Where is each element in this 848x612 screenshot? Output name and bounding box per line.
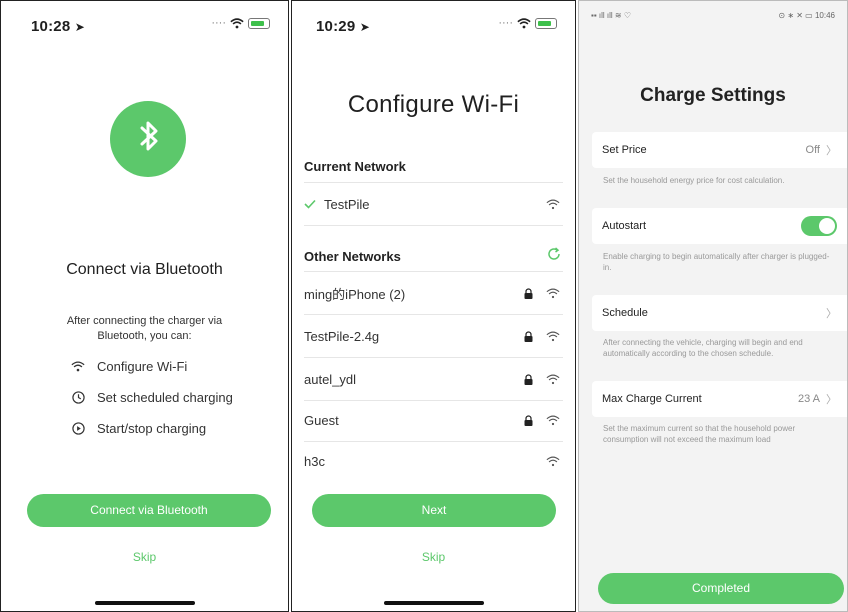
status-bar: 10:29 ➤ ···· (292, 1, 575, 45)
setting-hint: Set the maximum current so that the hous… (603, 424, 796, 444)
feature-configure-wifi: Configure Wi-Fi (71, 359, 187, 374)
bluetooth-connect-screen: 10:28 ➤ ···· Connect via Bluetooth After… (0, 0, 289, 612)
skip-link[interactable]: Skip (292, 550, 575, 564)
schedule-row[interactable]: Schedule 〉 (592, 295, 847, 331)
wifi-signal-icon (545, 415, 561, 426)
lock-icon (521, 373, 535, 385)
play-circle-icon (71, 422, 85, 436)
setting-label: Schedule (602, 307, 648, 319)
chevron-right-icon: 〉 (826, 145, 837, 157)
clock-icon (71, 391, 85, 405)
signal-icon: ···· (498, 17, 513, 29)
autostart-row: Autostart (592, 208, 847, 244)
feature-label: Set scheduled charging (97, 390, 233, 405)
lock-icon (521, 330, 535, 342)
network-row[interactable]: Guest (304, 399, 561, 441)
status-icons: ···· (211, 17, 270, 29)
autostart-toggle[interactable] (801, 216, 837, 236)
battery-icon (248, 17, 270, 29)
wifi-signal-icon (545, 456, 561, 467)
lock-icon (521, 414, 535, 426)
wifi-signal-icon (545, 199, 561, 210)
skip-link[interactable]: Skip (1, 550, 288, 564)
setting-hint: Set the household energy price for cost … (603, 176, 785, 185)
bluetooth-icon (110, 101, 186, 177)
status-right: ⊙ ∗ ✕ ▭ 10:46 (778, 11, 835, 20)
feature-start-stop: Start/stop charging (71, 421, 206, 436)
checkmark-icon (304, 197, 324, 212)
wifi-status-icon (517, 17, 531, 28)
network-name: TestPile (324, 196, 370, 212)
wifi-signal-icon (545, 331, 561, 342)
status-icons: ···· (498, 17, 557, 29)
max-charge-current-row[interactable]: Max Charge Current 23 A 〉 (592, 381, 847, 417)
status-bar: ▪▪ ıll ıll ≋ ♡ ⊙ ∗ ✕ ▭ 10:46 (591, 11, 835, 20)
home-indicator (94, 601, 195, 605)
network-row[interactable]: ming的iPhone (2) (304, 272, 561, 314)
status-time: 10:29 ➤ (316, 18, 371, 35)
status-time: 10:46 (814, 11, 835, 20)
chevron-right-icon: 〉 (826, 394, 837, 406)
description-text: After connecting the charger via Bluetoo… (66, 315, 223, 342)
network-name: h3c (304, 453, 325, 469)
completed-button[interactable]: Completed (598, 573, 844, 604)
setting-hint: Enable charging to begin automatically a… (603, 252, 830, 272)
feature-scheduled-charging: Set scheduled charging (71, 390, 233, 405)
feature-label: Start/stop charging (97, 421, 207, 436)
network-name: autel_ydl (304, 371, 357, 387)
configure-wifi-screen: 10:29 ➤ ···· Configure Wi-Fi Current Net… (291, 0, 576, 612)
network-row[interactable]: h3c (304, 440, 561, 482)
setting-hint: After connecting the vehicle, charging w… (603, 338, 803, 358)
next-button[interactable]: Next (312, 494, 556, 527)
network-row[interactable]: TestPile-2.4g (304, 315, 561, 357)
chevron-right-icon: 〉 (826, 308, 837, 320)
lock-icon (521, 287, 535, 299)
network-name: Guest (304, 412, 339, 428)
charge-settings-screen: ▪▪ ıll ıll ≋ ♡ ⊙ ∗ ✕ ▭ 10:46 Charge Sett… (578, 0, 848, 612)
status-bar: 10:28 ➤ ···· (1, 1, 288, 45)
network-name: TestPile-2.4g (304, 328, 380, 344)
wifi-signal-icon (545, 374, 561, 385)
setting-label: Set Price (602, 144, 647, 156)
feature-label: Configure Wi-Fi (97, 359, 188, 374)
page-title: Connect via Bluetooth (66, 261, 223, 278)
status-time: 10:28 ➤ (31, 18, 86, 35)
battery-icon (535, 17, 557, 29)
wifi-signal-icon (545, 288, 561, 299)
page-title: Charge Settings (640, 85, 786, 106)
set-price-row[interactable]: Set Price Off 〉 (592, 132, 847, 168)
setting-value: 23 A (797, 393, 820, 405)
connect-bluetooth-button[interactable]: Connect via Bluetooth (27, 494, 271, 527)
signal-icons: ▪▪ ıll ıll ≋ ♡ (591, 11, 631, 20)
setting-value: Off (805, 144, 820, 156)
divider (304, 225, 563, 226)
network-row[interactable]: autel_ydl (304, 358, 561, 400)
home-indicator (383, 601, 484, 605)
current-network-row[interactable]: TestPile (304, 183, 561, 225)
setting-label: Max Charge Current (602, 393, 702, 405)
refresh-icon[interactable] (547, 247, 561, 266)
setting-label: Autostart (602, 220, 647, 232)
current-network-header: Current Network (304, 159, 406, 174)
other-networks-header: Other Networks (304, 249, 401, 264)
signal-icon: ···· (211, 17, 226, 29)
page-title: Configure Wi-Fi (347, 91, 520, 118)
wifi-status-icon (230, 17, 244, 28)
network-name: ming的iPhone (2) (304, 286, 406, 302)
wifi-icon (71, 360, 85, 374)
